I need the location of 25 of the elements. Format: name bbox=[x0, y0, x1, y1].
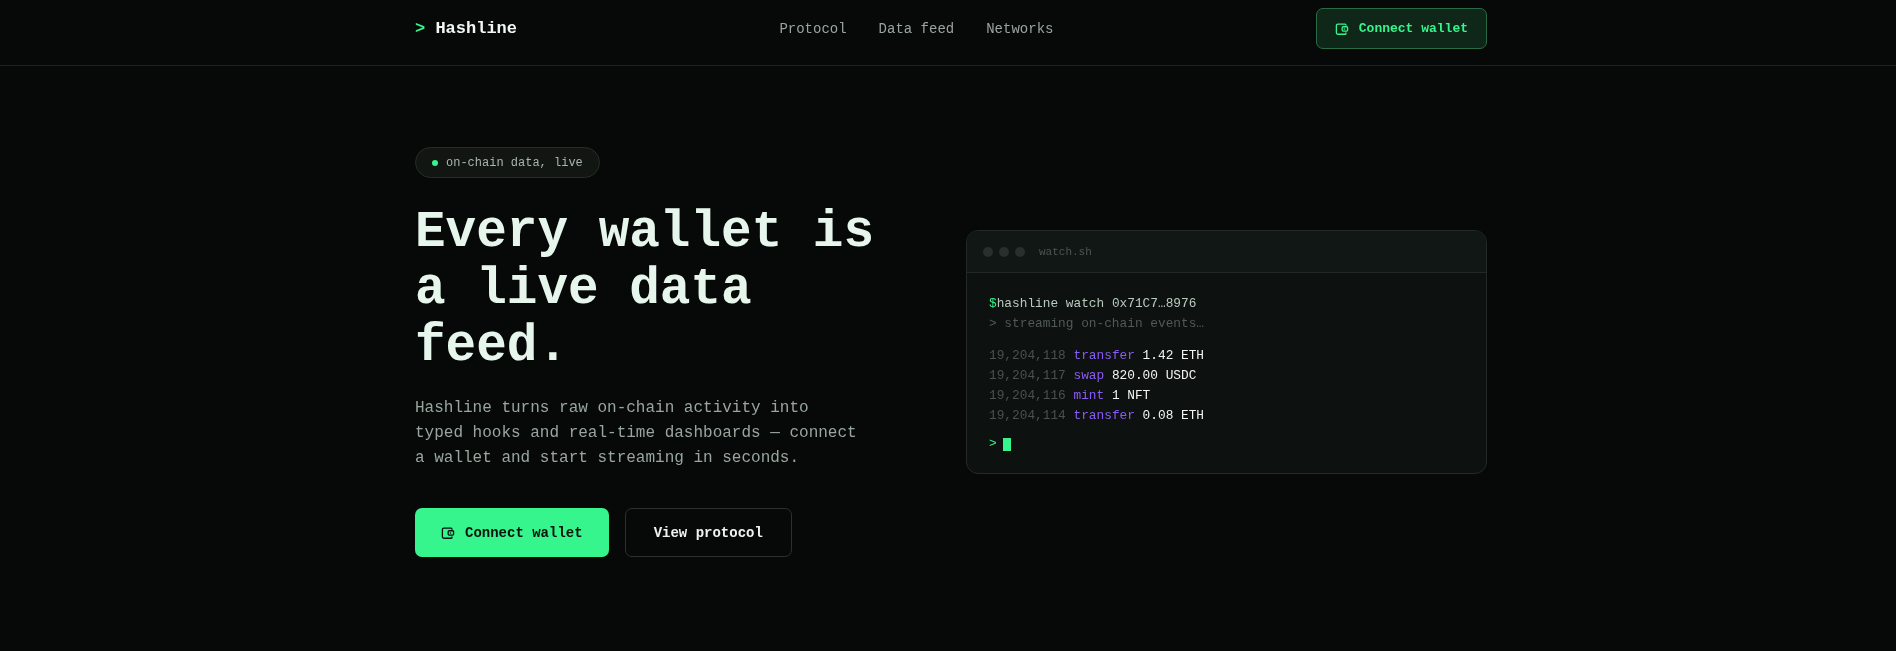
cursor-icon bbox=[1002, 437, 1011, 451]
hero-heading: Every wallet is a live data feed. bbox=[415, 204, 876, 375]
wallet-icon bbox=[1334, 21, 1349, 36]
primary-button[interactable]: Connect wallet bbox=[415, 508, 609, 557]
status-dot-icon bbox=[432, 159, 438, 166]
logo[interactable]: > Hashline bbox=[415, 19, 518, 38]
wallet-icon bbox=[441, 525, 455, 540]
event-line: 19,204,116 mint 1 NFT bbox=[989, 387, 1152, 405]
nav-link[interactable]: Protocol bbox=[779, 20, 847, 37]
window-dot-icon bbox=[983, 246, 993, 257]
nav-link[interactable]: Data feed bbox=[878, 20, 955, 37]
hero-description: Hashline turns raw on-chain activity into typed hooks and real-time dashboards — connect a wallet and start streaming in seconds. bbox=[415, 398, 858, 469]
badge-text: on-chain data, live bbox=[446, 155, 583, 170]
prompt-symbol: > bbox=[989, 435, 997, 453]
outline-button[interactable]: View protocol bbox=[624, 508, 792, 557]
connect-wallet-button[interactable]: Connect wallet bbox=[1315, 8, 1487, 49]
nav-link[interactable]: Networks bbox=[986, 20, 1054, 37]
event-line: 19,204,118 transfer 1.42 ETH bbox=[989, 347, 1206, 365]
command-line: $hashline watch 0x71C7…8976 bbox=[989, 295, 1198, 313]
window-dot-icon bbox=[999, 246, 1009, 257]
event-line: 19,204,117 swap 820.00 USDC bbox=[989, 367, 1198, 385]
window-dot-icon bbox=[1015, 246, 1025, 257]
event-line: 19,204,114 transfer 0.08 ETH bbox=[989, 407, 1206, 425]
status-line: > streaming on-chain events… bbox=[989, 315, 1206, 333]
terminal-title: watch.sh bbox=[1039, 245, 1092, 258]
